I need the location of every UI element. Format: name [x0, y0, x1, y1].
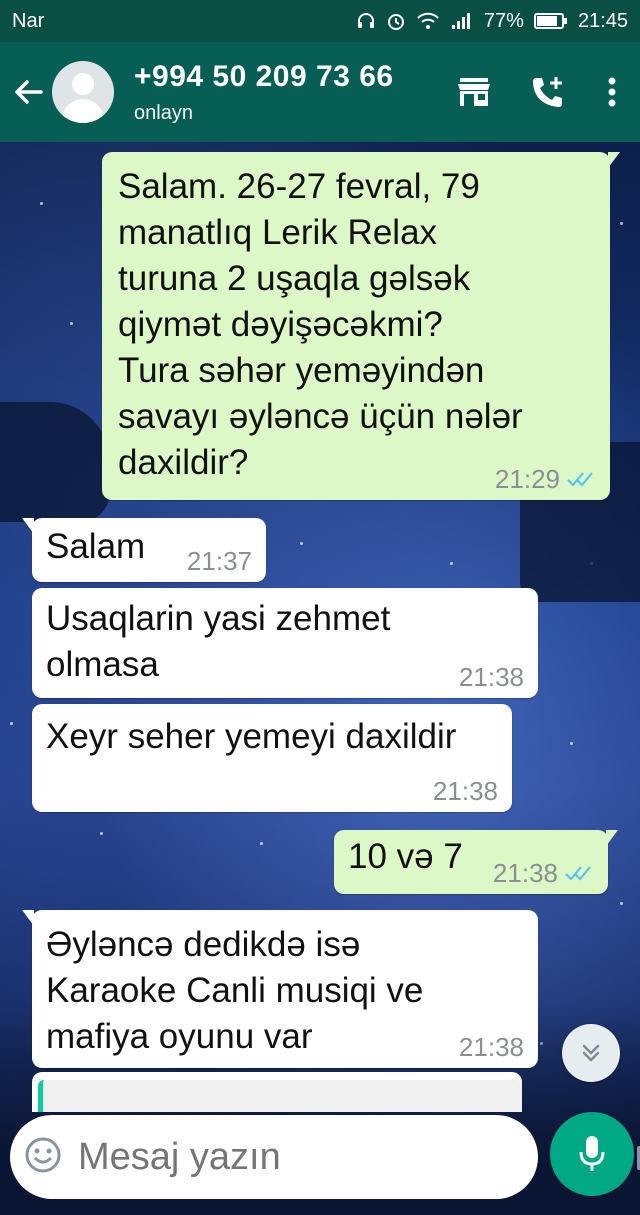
- bubble-tail: [22, 910, 34, 926]
- bubble-tail: [22, 518, 34, 534]
- message-text: Usaqlarin yasi zehmet olmasa: [46, 599, 391, 684]
- alarm-icon: [386, 11, 406, 31]
- bg-star: [620, 222, 623, 225]
- contact-info[interactable]: +994 50 209 73 66 onlayn: [134, 60, 444, 125]
- scroll-to-bottom-button[interactable]: [562, 1024, 620, 1082]
- add-call-button[interactable]: [518, 62, 578, 122]
- headset-icon: [356, 11, 376, 31]
- message-meta: 21:37: [187, 548, 252, 574]
- message-bubble-incoming[interactable]: Salam 21:37: [22, 518, 266, 582]
- back-arrow-icon: [15, 80, 43, 104]
- wifi-icon: [416, 11, 440, 31]
- message-bubble-incoming[interactable]: Əyləncə dedikdə isə Karaoke Canli musiqi…: [22, 910, 538, 1068]
- bg-star: [40, 202, 43, 205]
- bg-star: [70, 322, 73, 325]
- message-time: 21:38: [458, 1032, 524, 1062]
- message-composer: [10, 1115, 640, 1199]
- chat-area[interactable]: Salam. 26-27 fevral, 79 manatlıq Lerik R…: [0, 142, 640, 1215]
- more-options-button[interactable]: [592, 62, 632, 122]
- store-icon: [458, 78, 490, 106]
- bg-star: [300, 542, 303, 545]
- message-time: 21:29: [494, 464, 560, 494]
- message-meta: 21:38: [459, 664, 524, 690]
- message-bubble-partial[interactable]: [32, 1072, 522, 1112]
- avatar-head-shape: [72, 73, 94, 95]
- message-text: Salam. 26-27 fevral, 79 manatlıq Lerik R…: [118, 167, 523, 482]
- camera-icon: [637, 1145, 640, 1170]
- bubble-tail: [608, 152, 620, 168]
- message-time: 21:37: [186, 546, 252, 576]
- contact-name: +994 50 209 73 66: [134, 59, 394, 93]
- bg-star: [450, 562, 453, 565]
- carrier-name: Nar: [12, 9, 45, 32]
- contact-status: onlayn: [134, 101, 193, 124]
- more-vert-icon: [608, 77, 616, 107]
- avatar[interactable]: [52, 61, 114, 123]
- message-bubble-outgoing[interactable]: 10 və 7 21:38: [334, 830, 618, 894]
- emoji-button[interactable]: [24, 1136, 62, 1179]
- message-meta: 21:38: [493, 860, 594, 886]
- camera-button[interactable]: [635, 1138, 640, 1177]
- battery-percent: 77%: [483, 9, 524, 32]
- message-text: Əyləncə dedikdə isə Karaoke Canli musiqi…: [46, 925, 424, 1056]
- bubble-tail: [606, 830, 618, 846]
- bg-star: [10, 722, 13, 725]
- message-time: 21:38: [492, 858, 558, 888]
- message-bubble-incoming[interactable]: Xeyr seher yemeyi daxildir 21:38: [32, 704, 512, 812]
- message-meta: 21:38: [433, 778, 498, 804]
- message-bubble-outgoing[interactable]: Salam. 26-27 fevral, 79 manatlıq Lerik R…: [102, 152, 620, 500]
- message-meta: 21:29: [495, 466, 596, 492]
- message-time: 21:38: [432, 776, 498, 806]
- message-time: 21:38: [458, 662, 524, 692]
- add-call-icon: [533, 77, 562, 107]
- read-ticks-icon: [565, 866, 591, 881]
- bg-star: [260, 842, 263, 845]
- double-chevron-down-icon: [582, 1044, 600, 1062]
- signal-icon: [450, 11, 474, 31]
- quoted-reply: [38, 1080, 522, 1112]
- message-meta: 21:38: [459, 1034, 524, 1060]
- mic-icon: [579, 1136, 605, 1171]
- chat-header: +994 50 209 73 66 onlayn: [0, 42, 640, 142]
- store-button[interactable]: [444, 62, 504, 122]
- message-bubble-incoming[interactable]: Usaqlarin yasi zehmet olmasa 21:38: [32, 588, 538, 698]
- status-icons: 77% 21:45: [356, 10, 628, 33]
- voice-message-button[interactable]: [550, 1112, 634, 1196]
- message-text: Xeyr seher yemeyi daxildir: [46, 717, 457, 756]
- bg-star: [570, 742, 573, 745]
- avatar-body-shape: [62, 99, 104, 123]
- bg-star: [620, 902, 623, 905]
- status-bar: Nar 77% 21:45: [0, 0, 640, 42]
- clock-time: 21:45: [577, 9, 628, 32]
- emoji-icon: [25, 1137, 61, 1172]
- battery-icon: [533, 12, 568, 30]
- back-button[interactable]: [6, 42, 52, 142]
- bg-silhouette: [0, 402, 110, 522]
- message-input[interactable]: [76, 1134, 569, 1180]
- bg-star: [100, 832, 103, 835]
- read-ticks-icon: [567, 472, 593, 487]
